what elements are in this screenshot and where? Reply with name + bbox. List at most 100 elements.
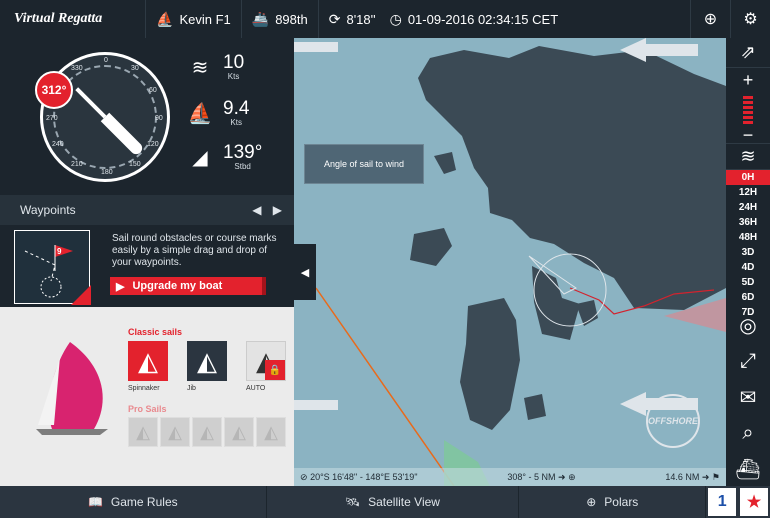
spinnaker-sail-button[interactable]: ◭ (128, 341, 168, 381)
settings-button[interactable]: ⚙ (730, 0, 770, 38)
time-option[interactable]: 5D (726, 275, 770, 290)
lifebuoy-button[interactable]: ⊕ (690, 0, 730, 38)
search-icon: ⌕ (742, 421, 754, 444)
compass-label: 30 (131, 65, 139, 72)
jib-icon: ◭ (197, 345, 217, 376)
sail-icon: ⛵ (156, 10, 174, 27)
polars-button[interactable]: ⊕ Polars (519, 486, 707, 518)
compass[interactable]: 0 30 60 90 120 150 180 210 240 270 300 3… (35, 52, 170, 182)
compass-small-icon: ⊘ (300, 471, 308, 482)
bearing-value: 308° - 5 NM (507, 471, 556, 482)
jib-sail-button[interactable]: ◭ (187, 341, 227, 381)
game-rules-button[interactable]: 📖 Game Rules (0, 486, 267, 518)
sail-angle-value: 139° (223, 142, 263, 163)
pro-sail-locked[interactable]: ◭ (128, 417, 158, 447)
ship-icon: 🚢 (251, 10, 270, 27)
compass-label: 210 (71, 161, 83, 168)
auto-sail-button[interactable]: ◭ 🔒 (246, 341, 286, 381)
rank-item[interactable]: 🚢 898th (240, 0, 318, 38)
vsr-rank-badge[interactable]: 1 (708, 488, 737, 516)
distance-readout: 14.6 NM ➜ ⚑ (665, 472, 720, 483)
wind-forecast-button[interactable]: ≋ (726, 144, 770, 170)
top-bar: Virtual Regatta ⛵ Kevin F1 🚢 898th ⟳ 8'1… (0, 0, 770, 38)
upgrade-boat-button[interactable]: ▶ Upgrade my boat (110, 277, 266, 295)
wind-speed-stat: ≋ 10 Kts (185, 52, 245, 81)
compass-label: 60 (149, 87, 157, 94)
right-toolbar: ⇗ + − ≋ 0H 12H 24H 36H 48H 3D 4D 5D 6D 7… (726, 38, 770, 486)
star-badge[interactable]: ★ (740, 488, 768, 516)
search-button[interactable]: ⌕ (726, 416, 770, 450)
time-option[interactable]: 3D (726, 245, 770, 260)
instruments-panel: 0 30 60 90 120 150 180 210 240 270 300 3… (0, 38, 294, 195)
next-arrow-icon[interactable]: ▶ (273, 203, 282, 217)
share-button[interactable]: ⇗ (726, 38, 770, 68)
sail-icon: ◭ (136, 421, 150, 442)
pro-sail-locked[interactable]: ◭ (160, 417, 190, 447)
collapse-panel-button[interactable]: ◀ (294, 244, 316, 300)
friends-button[interactable]: ◎ (726, 308, 770, 342)
wind-arrow-tail (294, 42, 338, 52)
gear-icon: ⚙ (743, 11, 758, 28)
zoom-level-indicator[interactable] (726, 92, 770, 128)
boat-speed-unit: Kts (230, 118, 242, 127)
messages-button[interactable]: ✉ (726, 380, 770, 414)
compass-label: 120 (147, 141, 159, 148)
time-option[interactable]: 12H (726, 185, 770, 200)
waypoints-body: 9 Sail round obstacles or course marks e… (0, 225, 294, 307)
compass-label: 270 (46, 115, 58, 122)
app-logo[interactable]: Virtual Regatta (0, 11, 145, 27)
spinnaker-icon: ◭ (138, 345, 158, 376)
arrow-right-icon: ➜ (701, 471, 710, 482)
mail-icon: ✉ (739, 386, 757, 409)
satellite-view-button[interactable]: 🛰 Satellite View (267, 486, 520, 518)
time-option[interactable]: 48H (726, 230, 770, 245)
upgrade-boat-label: Upgrade my boat (132, 280, 223, 292)
wind-speed-value: 10 (223, 52, 245, 73)
waypoints-nav: ◀ ▶ (252, 203, 282, 217)
game-rules-label: Game Rules (110, 495, 178, 509)
polars-label: Polars (604, 495, 639, 509)
wind-arrow-icon (620, 38, 698, 62)
target-icon: ⊕ (568, 471, 576, 482)
compass-label: 180 (101, 169, 113, 176)
sail-name: AUTO (246, 385, 266, 392)
compass-label: 0 (104, 57, 108, 64)
time-option[interactable]: 24H (726, 200, 770, 215)
boat-view-button[interactable]: ⛴ (726, 452, 770, 486)
sail-name: Spinnaker (128, 385, 160, 392)
waypoints-title: Waypoints (20, 203, 76, 217)
prev-arrow-icon[interactable]: ◀ (252, 203, 261, 217)
wind-speed-unit: Kts (227, 72, 240, 81)
pro-sail-locked[interactable]: ◭ (256, 417, 286, 447)
lock-icon: 🔒 (265, 360, 285, 380)
time-option[interactable]: 36H (726, 215, 770, 230)
map-view[interactable]: Angle of sail to wind ◀ OFFSHORE ⊘ 20°S … (294, 38, 726, 486)
zoom-out-button[interactable]: − (726, 125, 770, 145)
waypoint-thumbnail: 9 (14, 230, 91, 305)
waypoints-description: Sail round obstacles or course marks eas… (112, 233, 277, 268)
boat-name-item[interactable]: ⛵ Kevin F1 (145, 0, 241, 38)
heading-badge: 312° (35, 71, 73, 109)
time-option[interactable]: 4D (726, 260, 770, 275)
sail-angle-stat: ◢ 139° Stbd (185, 142, 263, 171)
sail-icon: ◭ (264, 421, 278, 442)
zoom-in-button[interactable]: + (726, 68, 770, 92)
satellite-view-label: Satellite View (368, 495, 440, 509)
fullscreen-button[interactable]: ⤢ (726, 344, 770, 378)
pro-sail-locked[interactable]: ◭ (192, 417, 222, 447)
expand-icon: ⤢ (740, 349, 756, 372)
users-icon: ◎ (739, 314, 757, 337)
time-option[interactable]: 0H (726, 170, 770, 185)
time-option[interactable]: 6D (726, 290, 770, 305)
rank: 898th (275, 11, 308, 27)
compass-label: 90 (155, 115, 163, 122)
compass-label: 240 (52, 141, 64, 148)
compass-label: 330 (71, 65, 83, 72)
pro-sail-locked[interactable]: ◭ (224, 417, 254, 447)
left-panel: 0 30 60 90 120 150 180 210 240 270 300 3… (0, 38, 294, 486)
datetime: 01-09-2016 02:34:15 CET (407, 11, 559, 27)
ship-icon: ⛴ (735, 458, 761, 481)
map-status-bar: ⊘ 20°S 16'48'' - 148°E 53'19'' 308° - 5 … (294, 468, 726, 486)
distance-value: 14.6 NM (665, 471, 700, 482)
refresh-item[interactable]: ⟳ 8'18'' ◷ 01-09-2016 02:34:15 CET (317, 0, 568, 38)
